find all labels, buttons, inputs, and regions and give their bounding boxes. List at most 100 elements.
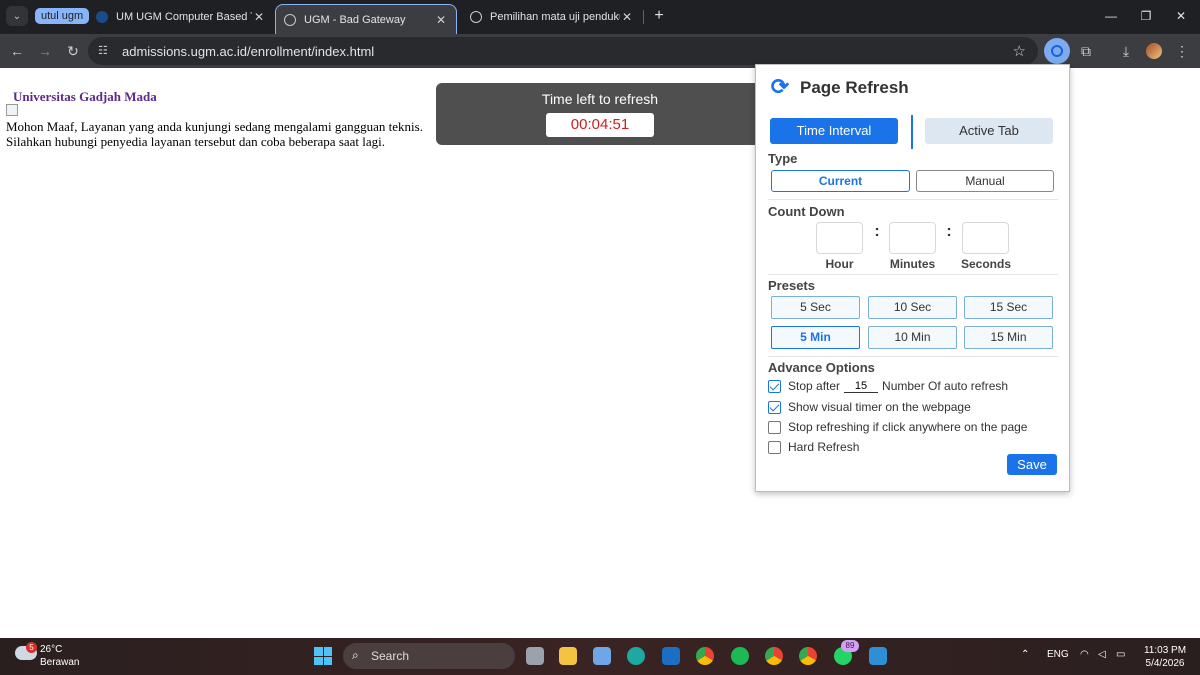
tab-strip: ⌄ utul ugm UM UGM Computer Based Test ✕ … bbox=[0, 0, 1200, 34]
system-clock[interactable]: 11:03 PM 5/4/2026 bbox=[1138, 644, 1192, 670]
close-window-icon[interactable]: ✕ bbox=[1171, 6, 1191, 26]
spotify-icon[interactable] bbox=[731, 647, 749, 665]
tab-title: Pemilihan mata uji pendukung bbox=[490, 11, 620, 23]
volume-icon[interactable]: ◁ bbox=[1098, 649, 1106, 660]
show-timer-checkbox[interactable] bbox=[768, 400, 781, 414]
app-icon[interactable] bbox=[869, 647, 887, 665]
forward-icon[interactable]: → bbox=[35, 41, 55, 61]
tab-bad-gateway[interactable]: UGM - Bad Gateway ✕ bbox=[275, 4, 457, 34]
type-label: Type bbox=[768, 151, 798, 166]
stop-on-click-checkbox[interactable] bbox=[768, 420, 781, 434]
close-icon[interactable]: ✕ bbox=[252, 10, 266, 24]
chrome-profile-icon[interactable] bbox=[765, 647, 783, 665]
preset-10-sec[interactable]: 10 Sec bbox=[868, 296, 957, 319]
preset-15-min[interactable]: 15 Min bbox=[964, 326, 1053, 349]
type-manual-button[interactable]: Manual bbox=[916, 170, 1054, 192]
timer-title: Time left to refresh bbox=[541, 91, 659, 107]
type-current-button[interactable]: Current bbox=[771, 170, 910, 192]
stop-after-checkbox[interactable] bbox=[768, 379, 781, 393]
chrome-active-icon[interactable] bbox=[799, 647, 817, 665]
reload-icon[interactable]: ↻ bbox=[63, 41, 83, 61]
presets-label: Presets bbox=[768, 278, 815, 293]
microsoft-store-icon[interactable] bbox=[593, 647, 611, 665]
stop-after-count-input[interactable] bbox=[844, 379, 879, 393]
weather-description[interactable]: Berawan bbox=[40, 657, 79, 668]
back-icon[interactable]: ← bbox=[7, 41, 27, 61]
menu-kebab-icon[interactable]: ⋮ bbox=[1172, 41, 1192, 61]
advance-options-label: Advance Options bbox=[768, 360, 875, 375]
url-text[interactable]: admissions.ugm.ac.id/enrollment/index.ht… bbox=[122, 44, 374, 59]
extensions-puzzle-icon[interactable]: ⧉ bbox=[1076, 41, 1096, 61]
windows-start-icon[interactable] bbox=[314, 647, 332, 665]
wifi-icon[interactable]: ◠ bbox=[1080, 649, 1089, 660]
broken-image-icon bbox=[6, 104, 18, 116]
mode-divider bbox=[911, 115, 913, 149]
address-bar[interactable]: ☷ admissions.ugm.ac.id/enrollment/index.… bbox=[88, 37, 1038, 65]
tab-title: UGM - Bad Gateway bbox=[304, 13, 406, 26]
task-view-icon[interactable] bbox=[526, 647, 544, 665]
university-title: Universitas Gadjah Mada bbox=[13, 89, 157, 104]
stop-on-click-label: Stop refreshing if click anywhere on the… bbox=[788, 420, 1028, 434]
windows-taskbar: 5 26°C Berawan ⌕ Search 89 ⌃ ENG ◠ ◁ ▭ 1… bbox=[0, 638, 1200, 675]
close-icon[interactable]: ✕ bbox=[434, 13, 448, 27]
active-tab-tab[interactable]: Active Tab bbox=[925, 118, 1053, 144]
divider bbox=[768, 199, 1058, 200]
edge-icon[interactable] bbox=[627, 647, 645, 665]
divider bbox=[768, 274, 1058, 275]
search-icon: ⌕ bbox=[352, 648, 359, 662]
page-refresh-extension-icon[interactable] bbox=[1044, 38, 1070, 64]
countdown-label: Count Down bbox=[768, 204, 845, 219]
profile-avatar[interactable] bbox=[1146, 43, 1162, 59]
language-indicator[interactable]: ENG bbox=[1047, 649, 1069, 660]
error-line-1: Mohon Maaf, Layanan yang anda kunjungi s… bbox=[6, 119, 423, 134]
option-hard-refresh: Hard Refresh bbox=[768, 439, 859, 455]
seconds-caption: Seconds bbox=[960, 257, 1011, 271]
chrome-icon[interactable] bbox=[696, 647, 714, 665]
chevron-up-icon[interactable]: ⌃ bbox=[1021, 649, 1029, 660]
download-icon[interactable]: ⤓ bbox=[1116, 41, 1136, 61]
globe-icon bbox=[470, 11, 482, 23]
refresh-timer-overlay: Time left to refresh 00:04:51 bbox=[436, 83, 766, 145]
option-stop-on-click: Stop refreshing if click anywhere on the… bbox=[768, 419, 1027, 435]
time-interval-tab[interactable]: Time Interval bbox=[770, 118, 898, 144]
taskbar-search[interactable]: ⌕ Search bbox=[343, 643, 515, 669]
preset-10-min[interactable]: 10 Min bbox=[868, 326, 957, 349]
refresh-logo-icon: ⟳ bbox=[770, 74, 790, 99]
tab-pemilihan[interactable]: Pemilihan mata uji pendukung ✕ bbox=[462, 5, 642, 29]
battery-icon[interactable]: ▭ bbox=[1116, 649, 1125, 660]
preset-5-sec[interactable]: 5 Sec bbox=[771, 296, 860, 319]
hard-refresh-checkbox[interactable] bbox=[768, 440, 781, 454]
hard-refresh-label: Hard Refresh bbox=[788, 440, 860, 454]
option-show-timer: Show visual timer on the webpage bbox=[768, 399, 971, 415]
preset-5-min[interactable]: 5 Min bbox=[771, 326, 860, 349]
weather-temperature[interactable]: 26°C bbox=[40, 644, 62, 655]
tab-separator bbox=[643, 10, 644, 24]
bookmark-star-icon[interactable]: ☆ bbox=[1013, 42, 1026, 60]
browser-toolbar: ← → ↻ ☷ admissions.ugm.ac.id/enrollment/… bbox=[0, 34, 1200, 68]
close-icon[interactable]: ✕ bbox=[620, 10, 634, 24]
timer-value: 00:04:51 bbox=[546, 113, 654, 137]
hour-input[interactable] bbox=[816, 222, 863, 254]
whatsapp-badge: 89 bbox=[841, 640, 859, 652]
hour-caption: Hour bbox=[825, 257, 854, 271]
colon: : bbox=[874, 223, 880, 240]
outlook-icon[interactable] bbox=[662, 647, 680, 665]
save-button[interactable]: Save bbox=[1007, 454, 1057, 475]
show-timer-label: Show visual timer on the webpage bbox=[788, 400, 971, 414]
clock-date: 5/4/2026 bbox=[1145, 658, 1185, 669]
minimize-icon[interactable]: — bbox=[1101, 6, 1121, 26]
tab-search-button[interactable]: ⌄ bbox=[6, 6, 28, 26]
minutes-input[interactable] bbox=[889, 222, 936, 254]
divider bbox=[768, 356, 1058, 357]
search-placeholder: Search bbox=[371, 649, 410, 663]
file-explorer-icon[interactable] bbox=[559, 647, 577, 665]
tab-group-chip[interactable]: utul ugm bbox=[35, 8, 90, 24]
page-refresh-popup: ⟳ Page Refresh Time Interval Active Tab … bbox=[755, 64, 1070, 492]
site-settings-icon[interactable]: ☷ bbox=[98, 44, 112, 58]
tab-ugm-cbt[interactable]: UM UGM Computer Based Test ✕ bbox=[88, 5, 274, 29]
colon: : bbox=[946, 223, 952, 240]
new-tab-icon[interactable]: + bbox=[650, 6, 668, 26]
seconds-input[interactable] bbox=[962, 222, 1009, 254]
restore-icon[interactable]: ❐ bbox=[1136, 6, 1156, 26]
preset-15-sec[interactable]: 15 Sec bbox=[964, 296, 1053, 319]
